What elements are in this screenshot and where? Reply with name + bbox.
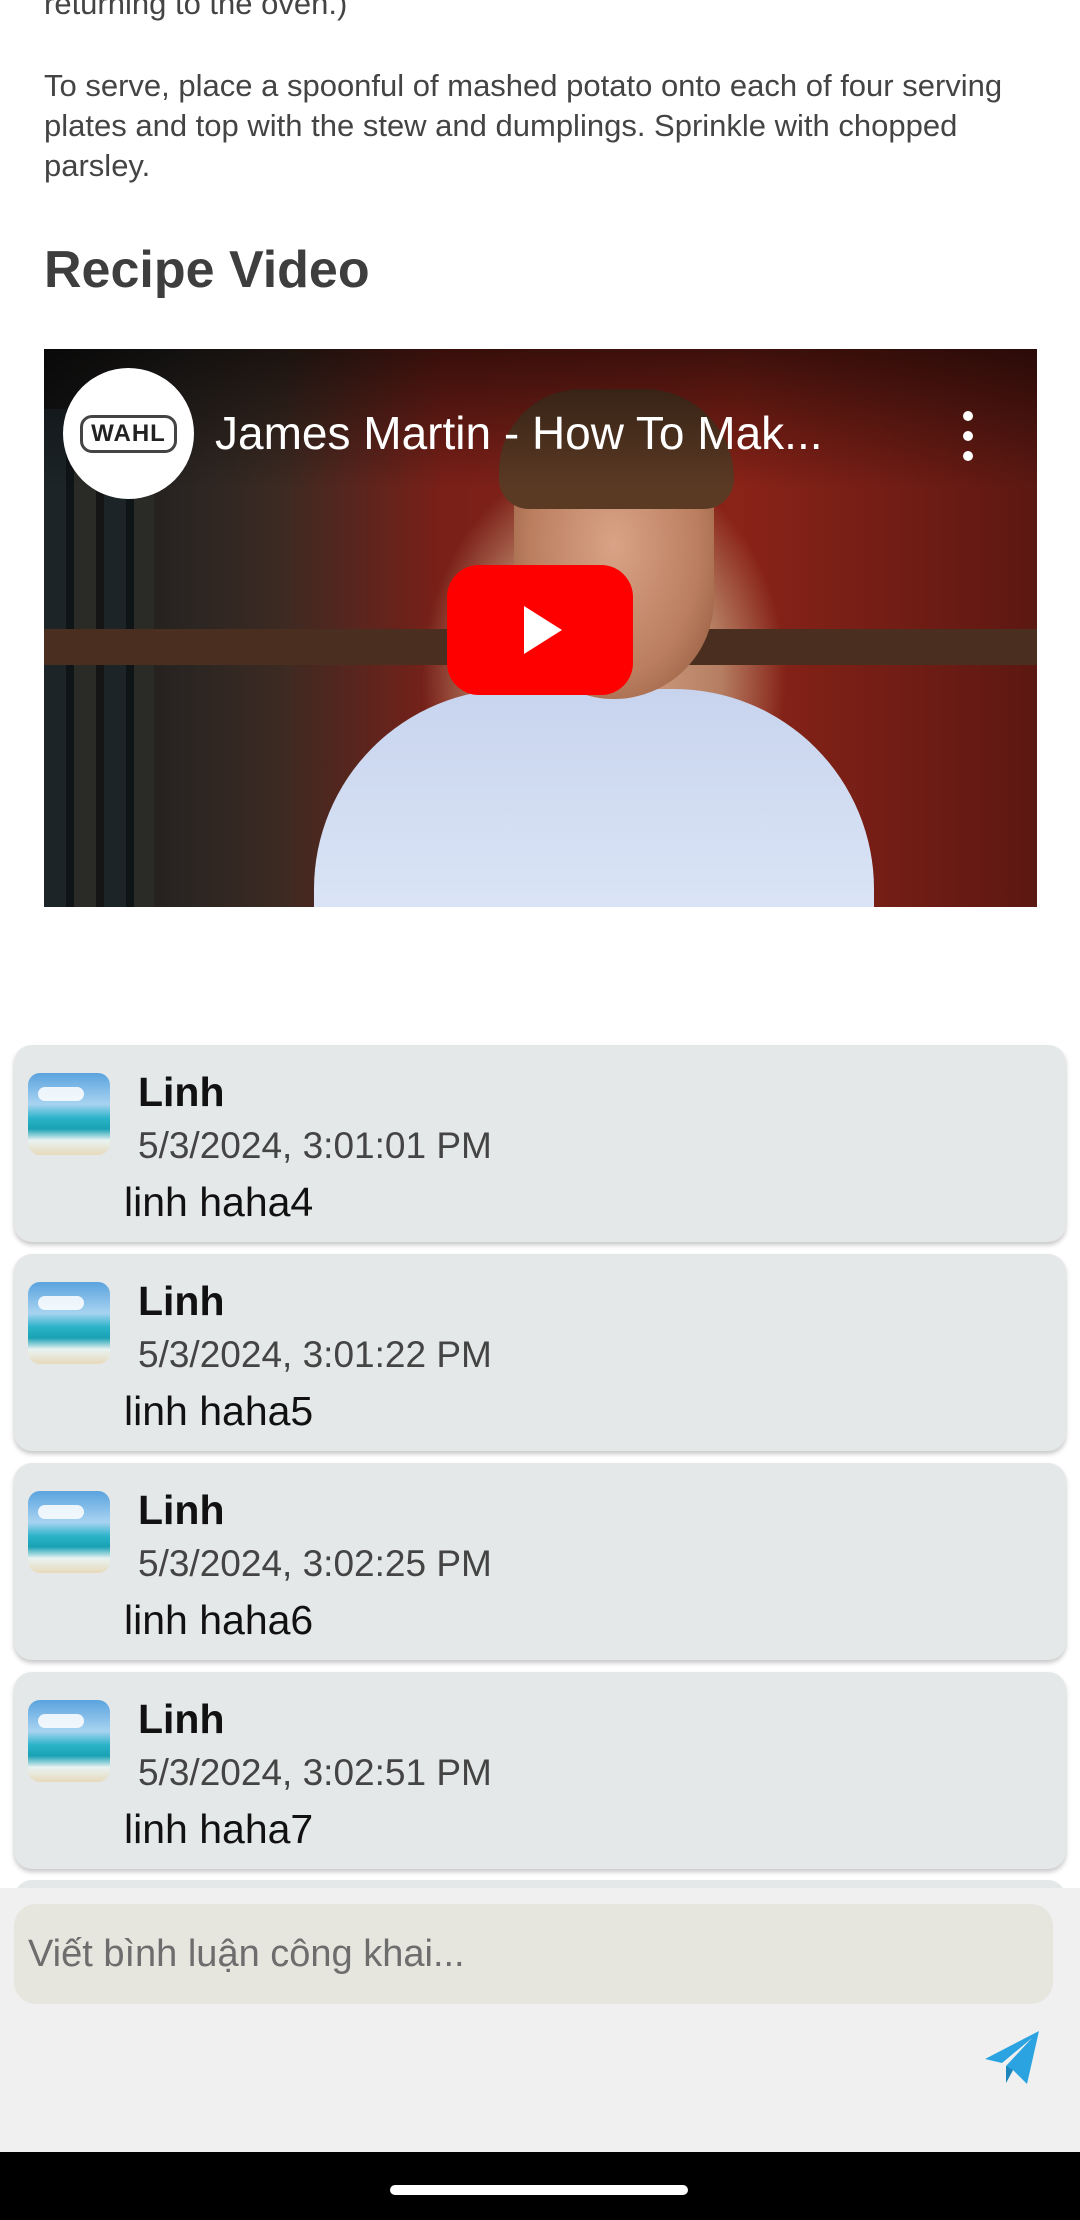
comment-text: linh haha5 (124, 1388, 314, 1434)
comment-item: Linh 5/3/2024, 3:02:25 PM linh haha6 (14, 1463, 1066, 1660)
play-button[interactable] (447, 565, 633, 695)
send-icon[interactable] (982, 2028, 1042, 2088)
comment-item: Linh 5/3/2024, 3:02:51 PM linh haha7 (14, 1672, 1066, 1869)
home-gesture-handle[interactable] (390, 2185, 688, 2195)
recipe-video-heading: Recipe Video (44, 241, 370, 299)
comment-item: Linh 5/3/2024, 3:01:01 PM linh haha4 (14, 1045, 1066, 1242)
video-player[interactable]: WAHL James Martin - How To Mak... (44, 349, 1037, 907)
comment-text: linh haha6 (124, 1597, 314, 1643)
video-frame-person-shirt (314, 689, 874, 907)
comment-text: linh haha4 (124, 1179, 314, 1225)
page: returning to the oven.) To serve, place … (0, 0, 1080, 2220)
user-avatar[interactable] (28, 1491, 110, 1573)
more-vert-icon[interactable] (958, 411, 978, 461)
comment-author: Linh (138, 1278, 225, 1324)
comment-item: Linh 5/3/2024, 3:01:22 PM linh haha5 (14, 1254, 1066, 1451)
comment-timestamp: 5/3/2024, 3:01:22 PM (138, 1334, 492, 1375)
comment-composer (0, 1888, 1080, 2152)
video-title[interactable]: James Martin - How To Mak... (215, 403, 915, 463)
comment-text: linh haha7 (124, 1806, 314, 1852)
user-avatar[interactable] (28, 1700, 110, 1782)
previous-instruction-text: returning to the oven.) (44, 0, 348, 21)
comment-timestamp: 5/3/2024, 3:01:01 PM (138, 1125, 492, 1166)
channel-logo-text: WAHL (80, 414, 177, 453)
comment-author: Linh (138, 1487, 225, 1533)
system-navigation-bar (0, 2152, 1080, 2220)
comment-timestamp: 5/3/2024, 3:02:25 PM (138, 1543, 492, 1584)
youtube-play-icon (524, 606, 562, 654)
comment-list: Linh 5/3/2024, 3:01:01 PM linh haha4 Lin… (14, 1045, 1066, 1881)
comment-author: Linh (138, 1069, 225, 1115)
user-avatar[interactable] (28, 1282, 110, 1364)
user-avatar[interactable] (28, 1073, 110, 1155)
comment-input[interactable] (14, 1904, 1053, 2004)
comment-timestamp: 5/3/2024, 3:02:51 PM (138, 1752, 492, 1793)
comment-author: Linh (138, 1696, 225, 1742)
channel-avatar[interactable]: WAHL (63, 368, 194, 499)
serve-instruction-text: To serve, place a spoonful of mashed pot… (44, 68, 1003, 183)
